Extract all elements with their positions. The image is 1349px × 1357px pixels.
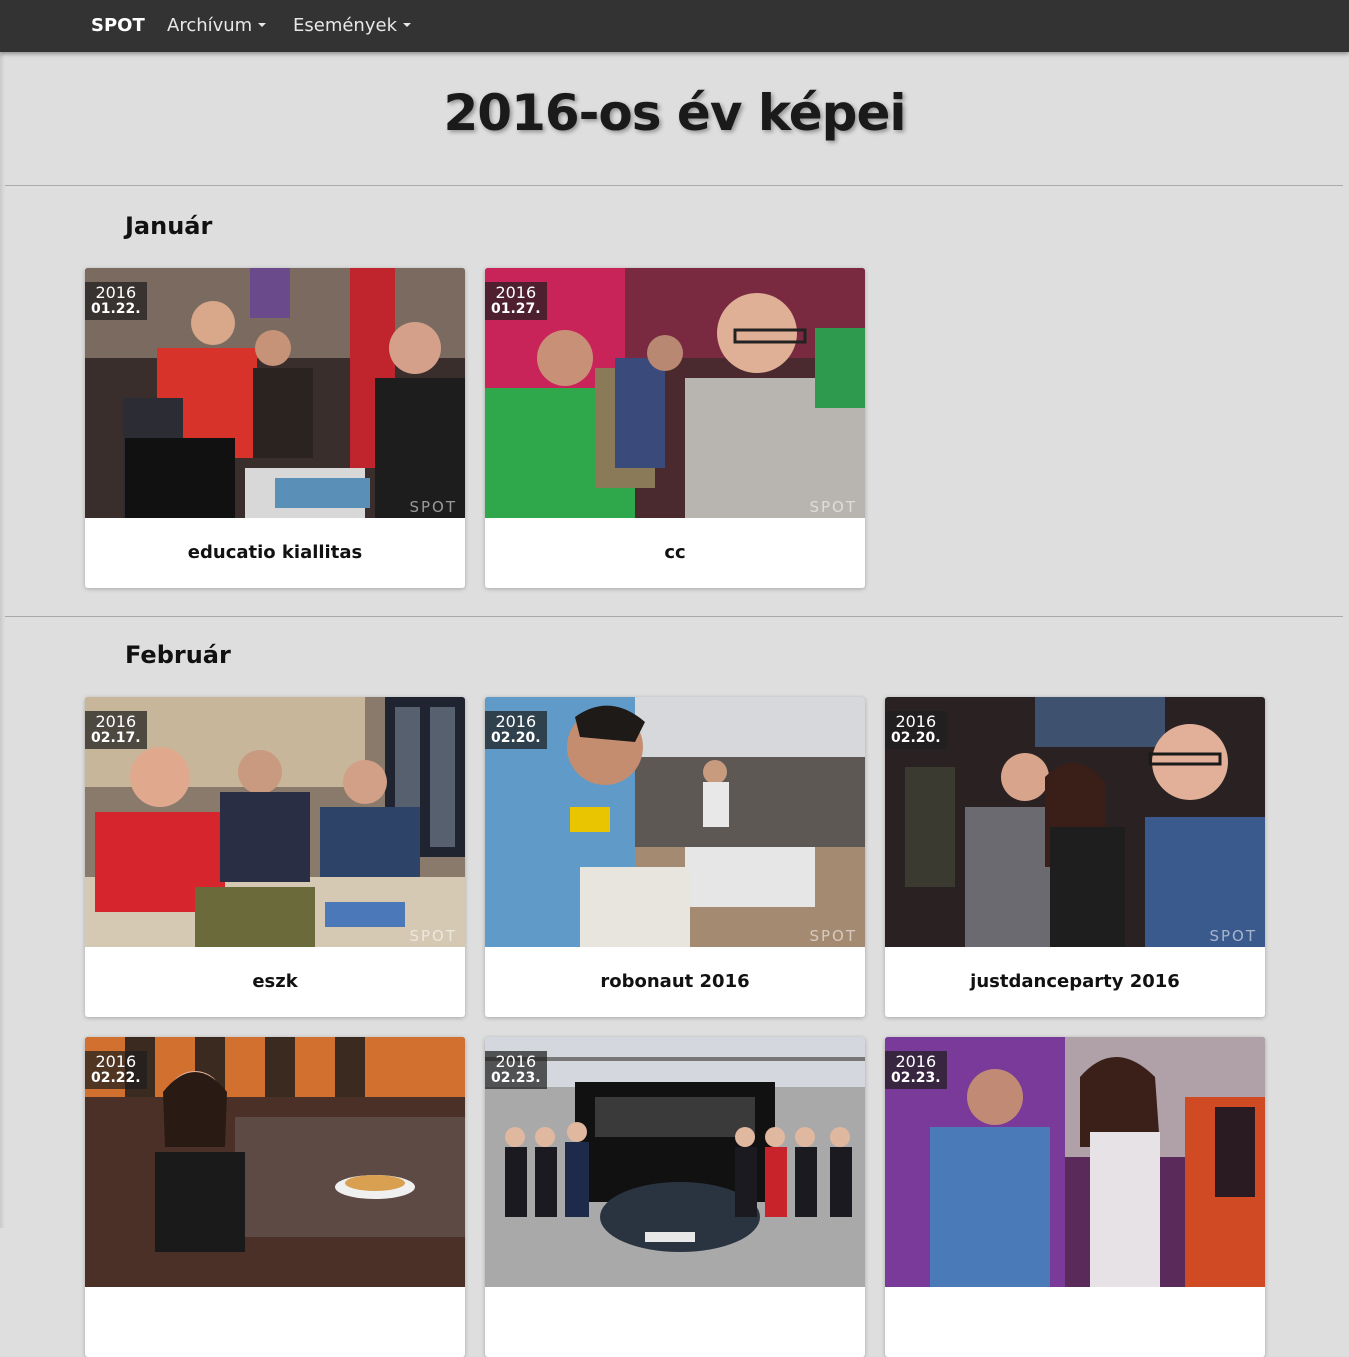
album-thumbnail[interactable]: 2016 02.22. — [85, 1037, 465, 1287]
nav-dropdown-events[interactable]: Események — [293, 0, 411, 52]
date-badge: 2016 02.22. — [85, 1051, 147, 1089]
album-title[interactable]: robonaut 2016 — [485, 947, 865, 1017]
brand-link[interactable]: SPOT — [91, 0, 145, 52]
month-heading-january: Január — [125, 212, 213, 240]
album-title[interactable]: justdanceparty 2016 — [885, 947, 1265, 1017]
album-card[interactable]: 2016 02.20. SPOT justdanceparty 2016 — [885, 697, 1265, 1017]
album-thumbnail[interactable]: 2016 01.27. SPOT — [485, 268, 865, 518]
album-thumbnail[interactable]: 2016 01.22. SPOT — [85, 268, 465, 518]
album-thumbnail[interactable]: 2016 02.20. SPOT — [485, 697, 865, 947]
nav-dropdown-archive[interactable]: Archívum — [167, 0, 267, 52]
spot-watermark: SPOT — [809, 498, 857, 516]
page-side-shadow — [0, 52, 5, 1228]
album-title[interactable]: educatio kiallitas — [85, 518, 465, 588]
date-badge: 2016 02.23. — [885, 1051, 947, 1089]
album-thumbnail[interactable]: 2016 02.23. — [885, 1037, 1265, 1287]
nav-dropdown-events-label: Események — [293, 15, 397, 36]
album-thumbnail[interactable]: 2016 02.20. SPOT — [885, 697, 1265, 947]
album-card[interactable]: 2016 02.22. — [85, 1037, 465, 1357]
page-title: 2016-os év képei — [443, 84, 906, 142]
album-card[interactable]: 2016 02.17. SPOT eszk — [85, 697, 465, 1017]
spot-watermark: SPOT — [809, 927, 857, 945]
album-title[interactable]: eszk — [85, 947, 465, 1017]
album-title[interactable] — [885, 1287, 1265, 1357]
month-heading-february: Február — [125, 641, 231, 669]
date-badge: 2016 02.20. — [885, 711, 947, 749]
caret-down-icon — [258, 23, 267, 27]
spot-watermark: SPOT — [409, 927, 457, 945]
album-thumbnail[interactable]: 2016 02.17. SPOT — [85, 697, 465, 947]
album-card[interactable]: 2016 02.23. — [485, 1037, 865, 1357]
spot-watermark: SPOT — [409, 498, 457, 516]
date-badge: 2016 02.17. — [85, 711, 147, 749]
top-navbar: SPOT Archívum Események — [0, 0, 1349, 52]
album-title[interactable] — [85, 1287, 465, 1357]
album-card[interactable]: 2016 01.27. SPOT cc — [485, 268, 865, 588]
nav-dropdown-archive-label: Archívum — [167, 15, 253, 36]
caret-down-icon — [403, 23, 411, 27]
date-badge: 2016 01.27. — [485, 282, 547, 320]
album-card[interactable]: 2016 02.23. — [885, 1037, 1265, 1357]
section-divider — [5, 185, 1343, 186]
spot-watermark: SPOT — [1209, 927, 1257, 945]
album-card[interactable]: 2016 01.22. SPOT educatio kiallitas — [85, 268, 465, 588]
date-badge: 2016 01.22. — [85, 282, 147, 320]
date-badge: 2016 02.20. — [485, 711, 547, 749]
album-card[interactable]: 2016 02.20. SPOT robonaut 2016 — [485, 697, 865, 1017]
album-title[interactable] — [485, 1287, 865, 1357]
album-thumbnail[interactable]: 2016 02.23. — [485, 1037, 865, 1287]
section-divider — [5, 616, 1343, 617]
date-badge: 2016 02.23. — [485, 1051, 547, 1089]
album-title[interactable]: cc — [485, 518, 865, 588]
